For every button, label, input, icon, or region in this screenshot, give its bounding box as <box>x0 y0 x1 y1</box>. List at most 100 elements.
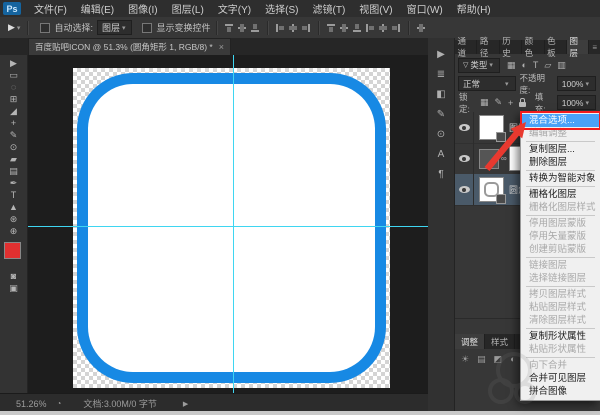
zoom-tool[interactable]: ⊕ <box>0 225 27 237</box>
menu-item-merge-visible[interactable]: 合并可见图层 <box>521 372 600 385</box>
tab-paths[interactable]: 路径 <box>477 40 499 54</box>
tab-adjustments[interactable]: 调整 <box>455 334 485 349</box>
auto-select-target-dropdown[interactable]: 图层 ▾ <box>97 20 133 35</box>
menu-layer[interactable]: 图层(L) <box>165 1 211 16</box>
menu-view[interactable]: 视图(V) <box>352 1 399 16</box>
close-tab-icon[interactable]: × <box>219 42 224 52</box>
brush-panel-icon[interactable]: ✎ <box>428 104 454 124</box>
document-tab[interactable]: 百度贴吧ICON @ 51.3% (圆角矩形 1, RGB/8) * × <box>28 38 231 55</box>
auto-select-checkbox[interactable] <box>40 23 50 33</box>
visibility-toggle[interactable] <box>455 112 474 143</box>
crop-tool[interactable]: ⊞ <box>0 93 27 105</box>
menu-window[interactable]: 窗口(W) <box>400 1 450 16</box>
tab-swatches[interactable]: 色板 <box>545 40 567 54</box>
lock-transparency-icon[interactable]: ▦ <box>480 97 489 108</box>
menu-item-duplicate-layer[interactable]: 复制图层... <box>521 143 600 156</box>
filter-adjustment-layers-icon[interactable]: ◐ <box>521 60 526 70</box>
panel-menu-icon[interactable]: ≡ <box>589 40 600 54</box>
adjustments-panel-icon[interactable]: ≣ <box>428 64 454 84</box>
align-horizontal-centers-icon[interactable] <box>288 23 298 33</box>
fill-field[interactable]: 100% ▾ <box>557 95 596 110</box>
masks-panel-icon[interactable]: ◧ <box>428 84 454 104</box>
tab-channels[interactable]: 通道 <box>455 40 477 54</box>
blend-mode-caret-icon: ▾ <box>505 80 509 88</box>
distribute-top-edges-icon[interactable] <box>326 23 336 33</box>
spot-healing-brush-tool[interactable]: + <box>0 117 27 129</box>
foreground-color-swatch[interactable] <box>4 242 21 259</box>
distribute-horizontal-centers-icon[interactable] <box>378 23 388 33</box>
menu-item-copy-shape-attributes[interactable]: 复制形状属性 <box>521 330 600 343</box>
rectangular-marquee-tool[interactable]: ▭ <box>0 69 27 81</box>
tab-layers[interactable]: 图层 <box>567 40 589 54</box>
menu-item-rasterize-layer[interactable]: 栅格化图层 <box>521 188 600 201</box>
levels-icon[interactable]: ▤ <box>477 354 486 365</box>
brush-tool[interactable]: ✎ <box>0 129 27 141</box>
filter-type-layers-icon[interactable]: T <box>533 60 539 70</box>
align-right-edges-icon[interactable] <box>301 23 311 33</box>
vertical-guide[interactable] <box>233 55 234 393</box>
distribute-bottom-edges-icon[interactable] <box>352 23 362 33</box>
menu-select[interactable]: 选择(S) <box>258 1 305 16</box>
distribute-vertical-centers-icon[interactable] <box>339 23 349 33</box>
menu-image[interactable]: 图像(I) <box>121 1 164 16</box>
tab-history[interactable]: 历史 <box>500 40 522 54</box>
quick-mask-button[interactable]: ◙ <box>0 270 27 282</box>
distribute-right-edges-icon[interactable] <box>391 23 401 33</box>
menu-file[interactable]: 文件(F) <box>27 1 74 16</box>
align-top-edges-icon[interactable] <box>224 23 234 33</box>
auto-align-layers-icon[interactable] <box>416 23 426 33</box>
lock-all-icon[interactable] <box>519 102 525 107</box>
menu-help[interactable]: 帮助(H) <box>450 1 498 16</box>
tab-color[interactable]: 颜色 <box>522 40 544 54</box>
visibility-toggle[interactable] <box>455 143 474 174</box>
path-selection-tool[interactable]: ▲ <box>0 201 27 213</box>
exposure-icon[interactable]: ◐ <box>510 354 515 364</box>
clone-source-panel-icon[interactable]: ⊙ <box>428 124 454 144</box>
menu-item-delete-layer[interactable]: 删除图层 <box>521 156 600 169</box>
menu-item-convert-to-smart-object[interactable]: 转换为智能对象 <box>521 172 600 185</box>
menu-edit[interactable]: 编辑(E) <box>74 1 121 16</box>
status-menu-arrow-icon[interactable]: ▶ <box>183 400 188 408</box>
filter-pixel-layers-icon[interactable]: ▦ <box>507 60 516 71</box>
eraser-tool[interactable]: ▰ <box>0 153 27 165</box>
layer-filter-dropdown[interactable]: ▽ 类型 ▾ <box>458 58 500 73</box>
align-bottom-edges-icon[interactable] <box>250 23 260 33</box>
horizontal-guide[interactable] <box>28 226 428 227</box>
menu-filter[interactable]: 滤镜(T) <box>306 1 353 16</box>
paragraph-panel-icon[interactable]: ¶ <box>428 164 454 184</box>
artboard-checkerboard <box>73 68 390 388</box>
align-vertical-centers-icon[interactable] <box>237 23 247 33</box>
filter-shape-layers-icon[interactable]: ▱ <box>544 60 551 71</box>
align-left-edges-icon[interactable] <box>275 23 285 33</box>
screen-mode-button[interactable]: ▣ <box>0 282 27 294</box>
gradient-tool[interactable]: ▤ <box>0 165 27 177</box>
shape-layer-thumbnail[interactable] <box>479 177 504 202</box>
show-transform-checkbox[interactable] <box>142 23 152 33</box>
type-tool[interactable]: T <box>0 189 27 201</box>
tab-styles[interactable]: 样式 <box>485 334 515 349</box>
character-panel-icon[interactable]: A <box>428 144 454 164</box>
hand-tool[interactable]: ⊛ <box>0 213 27 225</box>
curves-icon[interactable]: ◩ <box>494 354 503 365</box>
blend-mode-dropdown[interactable]: 正常 ▾ <box>458 76 516 91</box>
expand-panels-icon[interactable]: ▶ <box>428 44 454 64</box>
layer-filter-value: 类型 <box>470 59 487 71</box>
clone-stamp-tool[interactable]: ⊙ <box>0 141 27 153</box>
eyedropper-tool[interactable]: ◢ <box>0 105 27 117</box>
visibility-toggle[interactable] <box>455 174 474 205</box>
canvas-area[interactable] <box>28 55 428 393</box>
brightness-contrast-icon[interactable]: ☀ <box>461 354 469 365</box>
zoom-level-field[interactable]: 51.26% <box>16 399 47 409</box>
tool-preset-caret-icon[interactable]: ▾ <box>17 24 21 32</box>
menu-item-flatten-image[interactable]: 拼合图像 <box>521 385 600 398</box>
move-tool[interactable]: ▶ <box>0 57 27 69</box>
lock-position-icon[interactable]: + <box>508 98 513 108</box>
distribute-left-edges-icon[interactable] <box>365 23 375 33</box>
lock-pixels-icon[interactable]: ✎ <box>494 97 502 108</box>
pen-tool[interactable]: ✒ <box>0 177 27 189</box>
menu-type[interactable]: 文字(Y) <box>211 1 258 16</box>
lasso-tool[interactable]: ◌ <box>0 81 27 93</box>
opacity-field[interactable]: 100% ▾ <box>557 76 596 91</box>
layer-filter-caret-icon: ▾ <box>489 61 493 69</box>
filter-smart-objects-icon[interactable]: ▥ <box>557 60 566 71</box>
